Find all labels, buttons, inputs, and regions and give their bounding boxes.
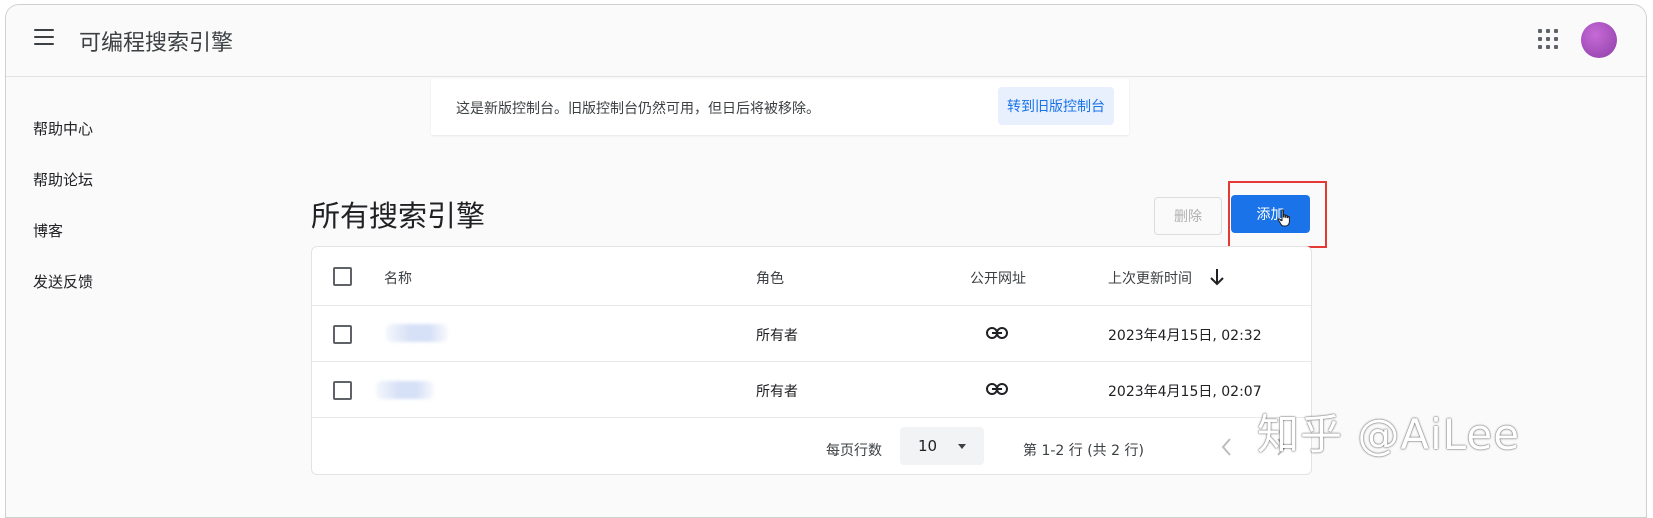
delete-button[interactable]: 删除: [1154, 197, 1222, 235]
top-bar: 可编程搜索引擎: [6, 5, 1646, 77]
row-checkbox[interactable]: [333, 381, 352, 400]
sidebar-item-blog[interactable]: 博客: [33, 220, 63, 241]
rows-per-page-label: 每页行数: [826, 443, 882, 459]
link-icon[interactable]: [986, 327, 1008, 339]
link-icon[interactable]: [986, 383, 1008, 395]
chevron-right-icon[interactable]: [1276, 437, 1288, 457]
banner-message: 这是新版控制台。旧版控制台仍然可用，但日后将被移除。: [456, 101, 820, 117]
app-title: 可编程搜索引擎: [79, 31, 234, 56]
rows-per-page-select[interactable]: 10: [900, 427, 984, 465]
column-header-public-url: 公开网址: [970, 271, 1026, 287]
column-header-role: 角色: [756, 271, 784, 287]
table-row[interactable]: 所有者 2023年4月15日, 02:32: [312, 306, 1311, 362]
column-header-last-updated[interactable]: 上次更新时间: [1108, 268, 1192, 288]
sidebar-item-help-center[interactable]: 帮助中心: [33, 118, 93, 139]
column-header-name: 名称: [384, 271, 412, 287]
arrow-down-icon[interactable]: [1209, 268, 1225, 286]
table-row[interactable]: 所有者 2023年4月15日, 02:07: [312, 362, 1311, 418]
table-header-row: 名称 角色 公开网址 上次更新时间: [312, 247, 1311, 306]
apps-grid-icon[interactable]: [1538, 29, 1558, 49]
role-cell: 所有者: [756, 384, 798, 400]
page-title: 所有搜索引擎: [311, 199, 486, 233]
caret-down-icon: [958, 444, 966, 449]
updated-cell: 2023年4月15日, 02:07: [1108, 384, 1262, 400]
avatar[interactable]: [1581, 22, 1617, 58]
row-checkbox[interactable]: [333, 325, 352, 344]
rows-per-page-value: 10: [918, 437, 938, 455]
search-engines-table: 名称 角色 公开网址 上次更新时间 所有者 2023年4月15日, 02:32 …: [311, 246, 1312, 475]
pagination-range: 第 1-2 行 (共 2 行): [1023, 443, 1144, 459]
redacted-name[interactable]: [376, 381, 434, 399]
updated-cell: 2023年4月15日, 02:32: [1108, 328, 1262, 344]
hamburger-menu-icon[interactable]: [34, 29, 54, 45]
go-to-old-console-button[interactable]: 转到旧版控制台: [998, 87, 1114, 125]
sidebar-item-help-forum[interactable]: 帮助论坛: [33, 169, 93, 190]
app-window: 可编程搜索引擎 帮助中心 帮助论坛 博客 发送反馈 这是新版控制台。旧版控制台仍…: [5, 4, 1647, 518]
new-console-banner: 这是新版控制台。旧版控制台仍然可用，但日后将被移除。 转到旧版控制台: [431, 79, 1129, 135]
redacted-name[interactable]: [386, 324, 448, 342]
hand-cursor-icon: [1277, 209, 1290, 227]
add-button[interactable]: 添加: [1231, 195, 1310, 233]
select-all-checkbox[interactable]: [333, 267, 352, 286]
role-cell: 所有者: [756, 328, 798, 344]
chevron-left-icon[interactable]: [1220, 437, 1232, 457]
sidebar-item-send-feedback[interactable]: 发送反馈: [33, 271, 93, 292]
